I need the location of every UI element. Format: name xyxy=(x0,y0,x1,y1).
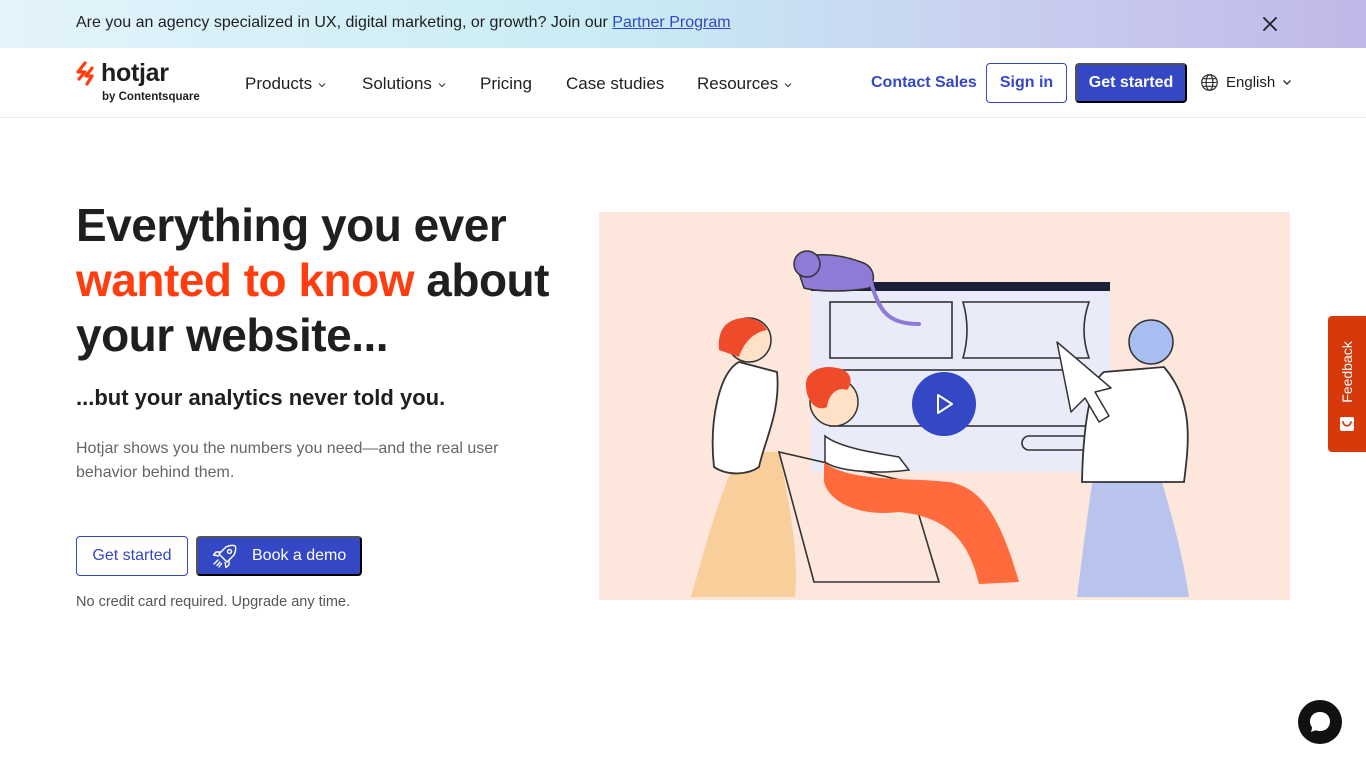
header-get-started-button[interactable]: Get started xyxy=(1075,63,1187,103)
logo-wordmark: hotjar xyxy=(101,59,169,87)
partner-banner: Are you an agency specialized in UX, dig… xyxy=(0,0,1366,48)
language-label: English xyxy=(1226,74,1276,91)
video-play-button[interactable] xyxy=(912,372,976,436)
feedback-tab[interactable]: Feedback xyxy=(1328,316,1366,452)
banner-message: Are you an agency specialized in UX, dig… xyxy=(76,14,731,32)
hero-get-started-button[interactable]: Get started xyxy=(76,536,188,576)
chat-widget-button[interactable] xyxy=(1298,700,1342,744)
globe-icon xyxy=(1201,74,1218,91)
hero-illustration xyxy=(599,212,1290,600)
nav-resources-label: Resources xyxy=(697,74,779,93)
nav-case-studies-label: Case studies xyxy=(566,74,665,93)
site-header: hotjar by Contentsquare Products Solutio… xyxy=(0,48,1366,118)
rocket-icon xyxy=(212,544,237,569)
book-demo-label: Book a demo xyxy=(252,547,347,564)
hero-title: Everything you ever wanted to know about… xyxy=(76,198,576,363)
book-demo-button[interactable]: Book a demo xyxy=(196,536,362,576)
nav-pricing-label: Pricing xyxy=(480,74,532,93)
hero-description: Hotjar shows you the numbers you need—an… xyxy=(76,440,499,481)
chevron-down-icon xyxy=(438,82,446,87)
nav-products-label: Products xyxy=(245,74,313,93)
logo-byline: by Contentsquare xyxy=(102,91,200,103)
chevron-down-icon xyxy=(784,82,792,87)
partner-program-link[interactable]: Partner Program xyxy=(612,14,730,31)
hotjar-logo[interactable]: hotjar by Contentsquare xyxy=(76,58,216,108)
nav-products[interactable]: Products xyxy=(245,74,326,94)
feedback-icon xyxy=(1340,417,1354,431)
hero-title-accent: wanted to know xyxy=(76,254,415,306)
contact-sales-link[interactable]: Contact Sales xyxy=(871,74,977,92)
language-selector[interactable]: English xyxy=(1200,73,1292,92)
feedback-label: Feedback xyxy=(1339,341,1355,403)
hero-subtitle: ...but your analytics never told you. xyxy=(76,385,446,410)
hero-title-part1: Everything you ever xyxy=(76,199,507,251)
sign-in-button[interactable]: Sign in xyxy=(986,63,1067,103)
chat-icon xyxy=(1310,712,1330,732)
no-credit-card-note: No credit card required. Upgrade any tim… xyxy=(76,594,351,610)
nav-solutions[interactable]: Solutions xyxy=(362,74,446,94)
chevron-down-icon xyxy=(318,82,326,87)
close-icon[interactable] xyxy=(1259,13,1281,35)
banner-text: Are you an agency specialized in UX, dig… xyxy=(76,14,613,31)
nav-solutions-label: Solutions xyxy=(362,74,432,93)
nav-resources[interactable]: Resources xyxy=(697,74,792,94)
hotjar-logo-icon xyxy=(76,61,94,86)
nav-pricing[interactable]: Pricing xyxy=(480,74,532,94)
chevron-down-icon xyxy=(1283,80,1292,85)
nav-case-studies[interactable]: Case studies xyxy=(566,74,664,94)
play-icon xyxy=(937,394,953,414)
